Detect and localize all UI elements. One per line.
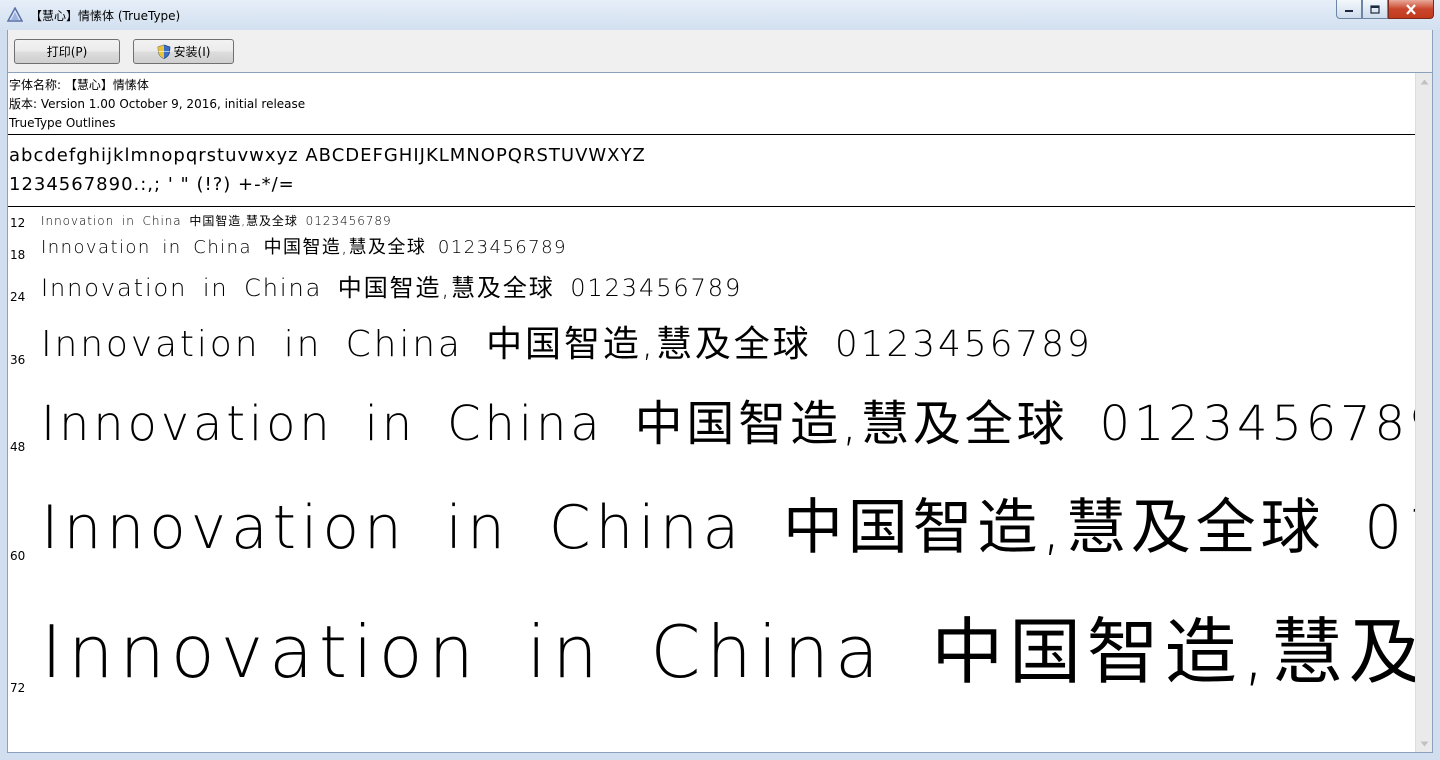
close-icon [1406, 3, 1416, 15]
install-button-label: 安装(I) [173, 45, 211, 59]
font-version-line: 版本: Version 1.00 October 9, 2016, initia… [9, 97, 306, 111]
sample-text: Innovation in China 中国智造,慧及全球 0123456789 [41, 610, 1416, 694]
toolbar: 打印(P) 安装(I) [7, 30, 1433, 72]
size-label: 48 [10, 440, 26, 454]
maximize-button[interactable] [1362, 0, 1388, 19]
divider [8, 134, 1416, 135]
window-frame-right [1433, 30, 1440, 760]
print-button[interactable]: 打印(P) [14, 39, 120, 64]
window-frame-left [0, 30, 7, 760]
chevron-down-icon [1420, 741, 1428, 746]
size-label: 72 [10, 681, 26, 695]
maximize-icon [1370, 4, 1380, 14]
size-label: 36 [10, 353, 26, 367]
size-label: 60 [10, 549, 26, 563]
size-label: 18 [10, 248, 26, 262]
window-title: 【慧心】情愫体 (TrueType) [30, 9, 181, 23]
size-label: 24 [10, 290, 26, 304]
window-controls [1336, 0, 1434, 20]
scroll-down-button[interactable] [1416, 735, 1432, 752]
scroll-up-button[interactable] [1416, 73, 1432, 90]
font-outline-line: TrueType Outlines [9, 116, 116, 130]
sample-text: Innovation in China 中国智造,慧及全球 0123456789 [41, 237, 567, 258]
uac-shield-icon [157, 44, 170, 59]
font-viewer-icon [7, 7, 23, 22]
chevron-up-icon [1420, 79, 1428, 84]
close-button[interactable] [1388, 0, 1434, 19]
charset-line-letters: abcdefghijklmnopqrstuvwxyz ABCDEFGHIJKLM… [9, 145, 646, 166]
vertical-scrollbar[interactable] [1415, 73, 1432, 752]
install-button[interactable]: 安装(I) [133, 39, 234, 64]
sample-text: Innovation in China 中国智造,慧及全球 0123456789 [41, 493, 1416, 563]
title-bar: 【慧心】情愫体 (TrueType) [0, 0, 1440, 30]
font-preview-pane: 字体名称: 【慧心】情愫体 版本: Version 1.00 October 9… [7, 72, 1433, 753]
window-frame-bottom [0, 753, 1440, 760]
sample-row-72: 72 Innovation in China 中国智造,慧及全球 0123456… [8, 598, 1416, 752]
charset-line-digits: 1234567890.:,; ' " (!?) +-*/= [9, 174, 295, 195]
font-info: 字体名称: 【慧心】情愫体 版本: Version 1.00 October 9… [9, 76, 305, 133]
size-label: 12 [10, 216, 26, 230]
sample-text: Innovation in China 中国智造,慧及全球 0123456789 [41, 274, 743, 302]
sample-text: Innovation in China 中国智造,慧及全球 0123456789 [41, 396, 1416, 452]
sample-row-60: 60 Innovation in China 中国智造,慧及全球 0123456… [8, 483, 1416, 603]
sample-text: Innovation in China 中国智造,慧及全球 0123456789 [41, 214, 392, 228]
divider [8, 206, 1416, 207]
print-button-label: 打印(P) [46, 45, 88, 59]
sample-text: Innovation in China 中国智造,慧及全球 0123456789 [41, 324, 1093, 365]
minimize-button[interactable] [1336, 0, 1362, 19]
font-name-line: 字体名称: 【慧心】情愫体 [9, 78, 149, 92]
minimize-icon [1345, 10, 1353, 12]
